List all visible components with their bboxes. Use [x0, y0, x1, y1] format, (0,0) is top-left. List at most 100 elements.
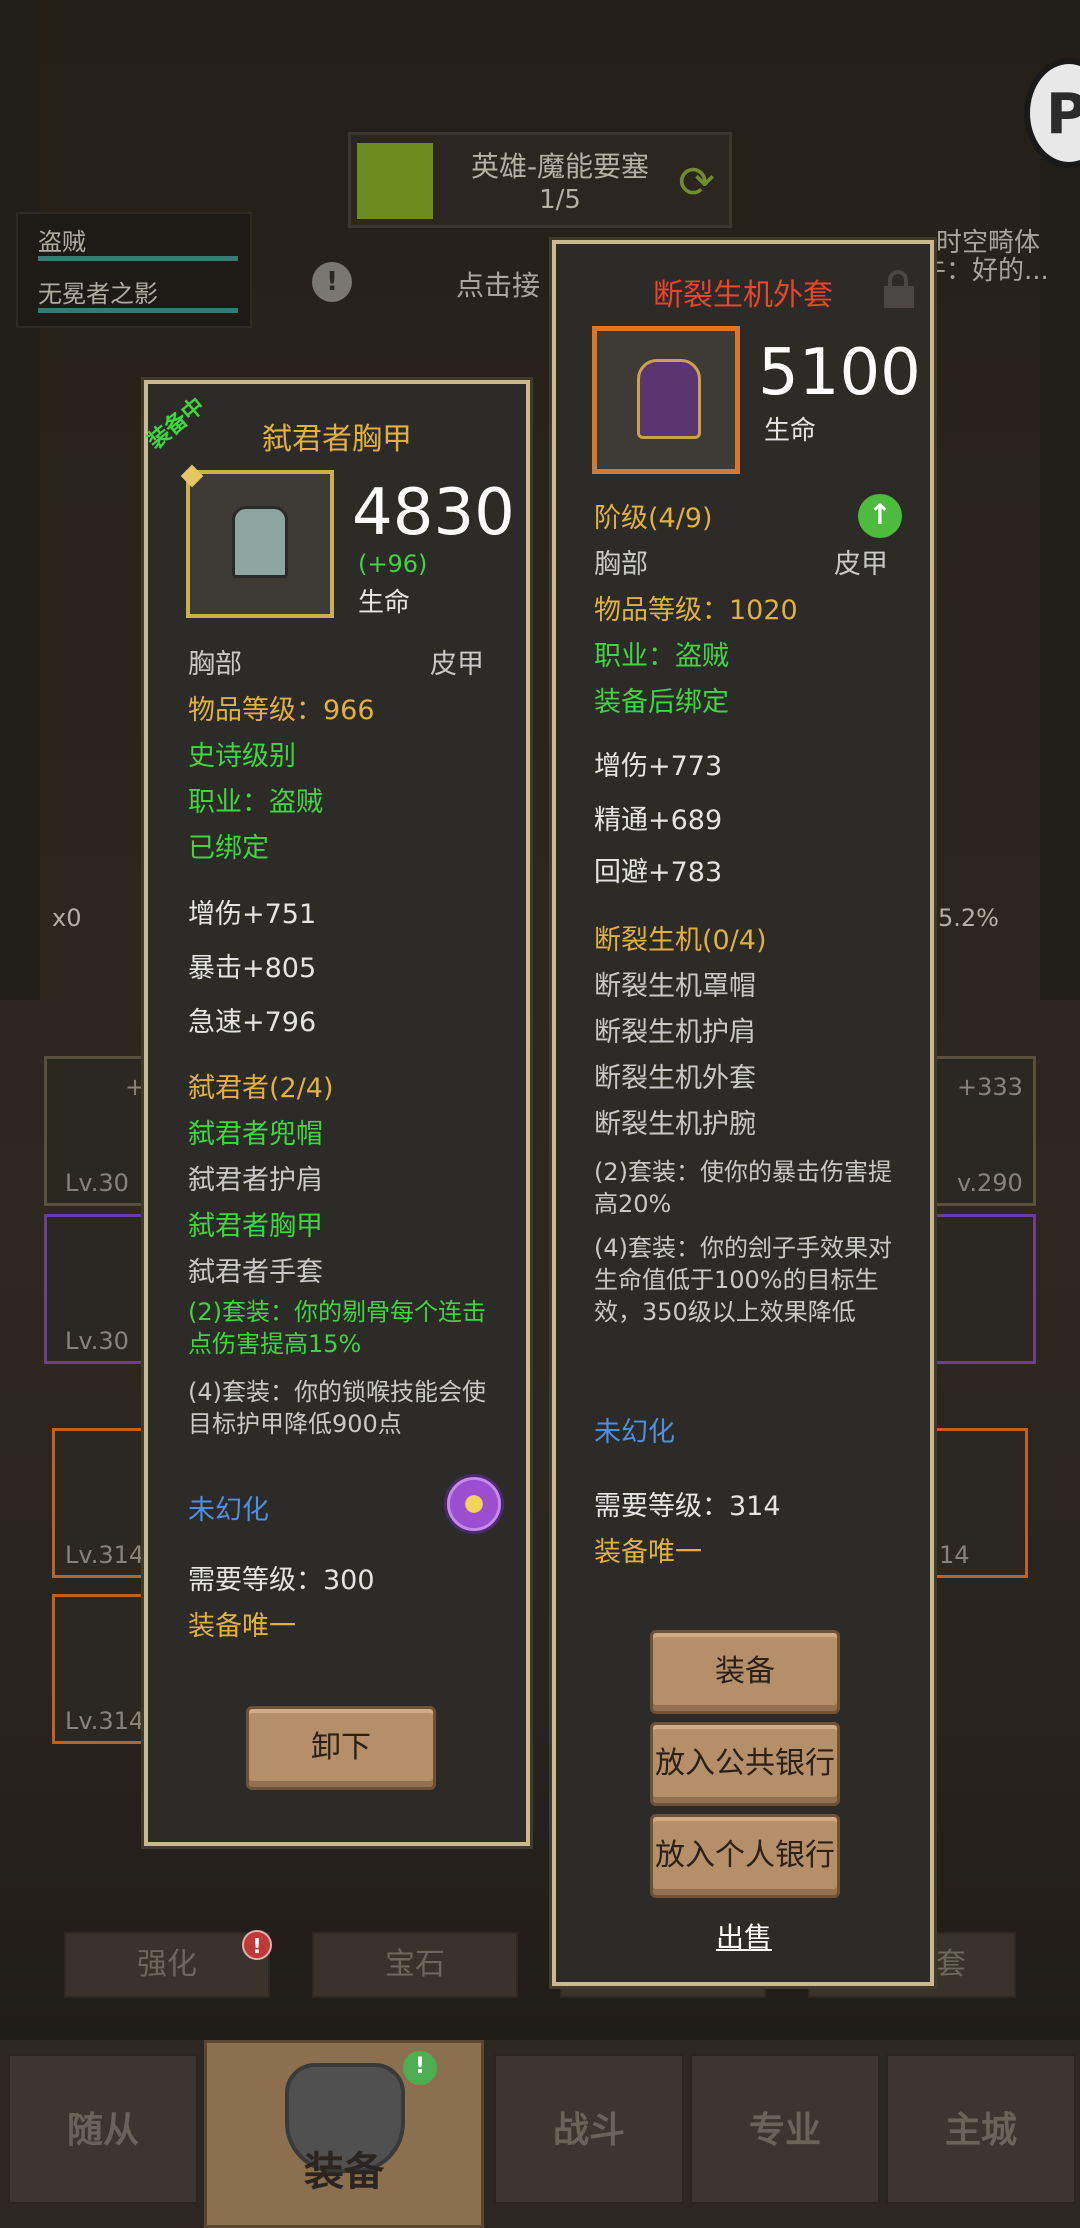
- party-member-health-bar: [38, 308, 238, 313]
- party-member-name: 无冕者之影: [38, 280, 158, 308]
- item-stat: 回避+783: [594, 857, 723, 888]
- item-slot: 胸部: [188, 649, 242, 680]
- dungeon-icon: [357, 143, 433, 219]
- slot-level: 14: [939, 1541, 970, 1569]
- unique-label: 装备唯一: [594, 1537, 702, 1568]
- sell-button[interactable]: 出售: [716, 1916, 772, 1956]
- item-class: 职业：盗贼: [594, 641, 729, 672]
- coat-icon: [637, 359, 701, 439]
- nav-battle[interactable]: 战斗: [494, 2054, 684, 2204]
- party-panel[interactable]: 盗贼 无冕者之影: [16, 212, 252, 328]
- unequip-button[interactable]: 卸下: [246, 1706, 436, 1790]
- item-rarity: 史诗级别: [188, 741, 296, 772]
- required-level: 需要等级：300: [188, 1565, 375, 1596]
- slot-level: Lv.30: [65, 1327, 129, 1355]
- transmog-status: 未幻化: [594, 1417, 675, 1448]
- nav-equipment[interactable]: ! 装备: [204, 2040, 484, 2228]
- nav-main-city[interactable]: 主城: [886, 2054, 1076, 2204]
- party-member-name: 盗贼: [38, 228, 86, 256]
- slot-level: Lv.30: [65, 1169, 129, 1197]
- tab-gems[interactable]: 宝石: [312, 1932, 518, 1998]
- item-armor-type: 皮甲: [430, 649, 484, 680]
- item-bind-status: 已绑定: [188, 833, 269, 864]
- item-stat: 暴击+805: [188, 953, 317, 984]
- set-piece: 断裂生机护肩: [594, 1017, 756, 1048]
- transmog-icon[interactable]: [444, 1474, 504, 1534]
- menu-logo-icon: P: [1046, 82, 1080, 147]
- item-class: 职业：盗贼: [188, 787, 323, 818]
- slot-upgrade-label: +333: [957, 1073, 1023, 1101]
- set-bonus: (2)套装：你的剔骨每个连击点伤害提高15%: [188, 1298, 486, 1358]
- notification-badge: !: [403, 2051, 437, 2085]
- equipment-slot[interactable]: +3 Lv.30: [44, 1056, 160, 1206]
- dungeon-panel[interactable]: 英雄-魔能要塞 1/5 ⟳: [348, 132, 732, 228]
- item-stat-label: 生命: [358, 588, 411, 618]
- set-name: 弑君者(2/4): [188, 1073, 334, 1104]
- bg-pillar: [0, 0, 40, 1000]
- nav-profession[interactable]: 专业: [690, 2054, 880, 2204]
- set-bonus: (4)套装：你的锁喉技能会使目标护甲降低900点: [188, 1378, 486, 1438]
- percent-label: 5.2%: [938, 904, 999, 932]
- set-piece: 弑君者护肩: [188, 1165, 323, 1196]
- personal-bank-button[interactable]: 放入个人银行: [650, 1814, 840, 1898]
- item-level: 物品等级：1020: [594, 595, 798, 626]
- item-stat: 精通+689: [594, 805, 723, 836]
- set-piece: 断裂生机外套: [594, 1063, 756, 1094]
- equip-button[interactable]: 装备: [650, 1630, 840, 1714]
- set-name: 断裂生机(0/4): [594, 925, 767, 956]
- equipment-slot[interactable]: [920, 1214, 1036, 1364]
- slot-level: Lv.314: [65, 1707, 145, 1735]
- transmog-status: 未幻化: [188, 1495, 269, 1526]
- dungeon-progress: 1/5: [539, 185, 581, 215]
- item-stat: 增伤+751: [188, 899, 317, 930]
- item-armor-type: 皮甲: [834, 549, 888, 580]
- item-stat-value: 5100: [758, 336, 921, 410]
- equipped-item-tooltip: 装备中 弑君者胸甲 4830 (+96) 生命 胸部 皮甲 物品等级：966 史…: [143, 380, 530, 1846]
- tab-enhance[interactable]: 强化: [64, 1932, 270, 1998]
- equipment-slot[interactable]: Lv.30: [44, 1214, 156, 1364]
- item-tier: 阶级(4/9): [594, 503, 713, 534]
- compare-item-tooltip: 断裂生机外套 5100 生命 阶级(4/9) ↑ 胸部 皮甲 物品等级：1020…: [552, 240, 934, 1986]
- party-member-health-bar: [38, 256, 238, 261]
- set-piece: 弑君者手套: [188, 1257, 323, 1288]
- slot-level: Lv.314: [65, 1541, 145, 1569]
- item-stat: 急速+796: [188, 1007, 317, 1038]
- alert-icon[interactable]: !: [312, 262, 352, 302]
- dungeon-title: 英雄-魔能要塞: [470, 150, 650, 183]
- status-text: 牛：好的...: [920, 256, 1049, 286]
- notification-badge: !: [242, 1930, 272, 1960]
- equipment-slot[interactable]: 14: [920, 1428, 1028, 1578]
- set-piece: 断裂生机罩帽: [594, 971, 756, 1002]
- lock-icon[interactable]: [884, 270, 914, 310]
- equipment-slot[interactable]: +333 v.290: [920, 1056, 1036, 1206]
- set-piece: 断裂生机护腕: [594, 1109, 756, 1140]
- public-bank-button[interactable]: 放入公共银行: [650, 1722, 840, 1806]
- set-piece: 弑君者兜帽: [188, 1119, 323, 1150]
- item-stat-label: 生命: [764, 416, 817, 446]
- nav-followers[interactable]: 随从: [8, 2054, 198, 2204]
- item-stat-delta: (+96): [358, 550, 428, 578]
- item-stat-value: 4830: [352, 476, 515, 550]
- item-level: 物品等级：966: [188, 695, 375, 726]
- item-bind-status: 装备后绑定: [594, 687, 729, 718]
- refresh-icon[interactable]: ⟳: [678, 157, 715, 208]
- item-name: 断裂生机外套: [653, 278, 833, 313]
- unique-label: 装备唯一: [188, 1611, 296, 1642]
- required-level: 需要等级：314: [594, 1491, 781, 1522]
- item-icon-frame: [592, 326, 740, 474]
- item-icon-frame: [180, 464, 334, 618]
- chest-armor-icon: [232, 506, 288, 578]
- item-slot: 胸部: [594, 549, 648, 580]
- quest-accept-text[interactable]: 点击接: [456, 264, 540, 304]
- frame-corner: [180, 464, 204, 488]
- nav-equipment-label: 装备: [304, 2149, 384, 2195]
- set-piece: 弑君者胸甲: [188, 1211, 323, 1242]
- item-name: 弑君者胸甲: [262, 422, 412, 457]
- item-stat: 增伤+773: [594, 751, 723, 782]
- set-bonus: (2)套装：使你的暴击伤害提高20%: [594, 1158, 892, 1218]
- set-bonus: (4)套装：你的刽子手效果对生命值低于100%的目标生效，350级以上效果降低: [594, 1234, 892, 1326]
- bottom-navigation: 随从 ! 装备 战斗 专业 主城: [0, 2040, 1080, 2228]
- slot-level: v.290: [957, 1169, 1023, 1197]
- count-label: x0: [52, 904, 82, 932]
- arrow-up-icon: ↑: [858, 494, 902, 538]
